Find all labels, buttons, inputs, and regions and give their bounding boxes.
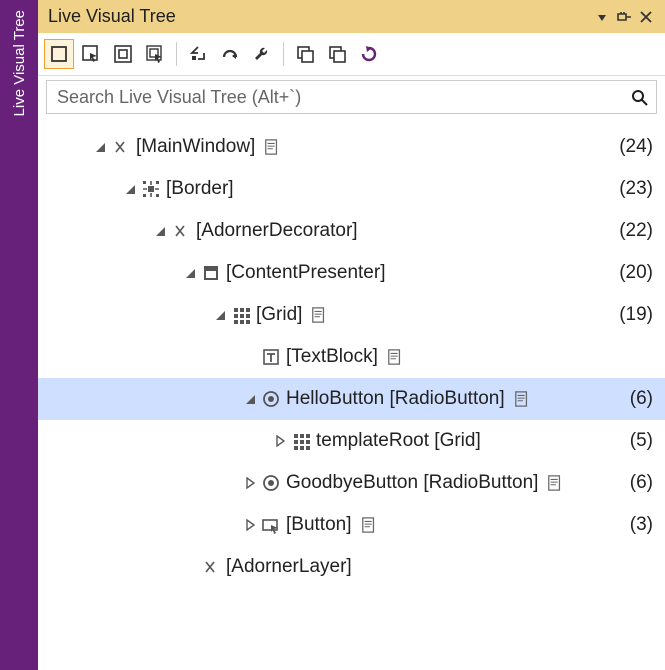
toolbar-show-in-app[interactable] xyxy=(44,39,74,69)
toolbar-collapse[interactable] xyxy=(183,39,213,69)
toolbar-undo[interactable] xyxy=(215,39,245,69)
tree-node-label: [Grid] xyxy=(256,304,302,326)
view-source-icon[interactable] xyxy=(261,139,283,155)
tree: [MainWindow] (24) [Border] (23) [AdornerDeco… xyxy=(38,122,665,670)
view-source-icon[interactable] xyxy=(511,391,533,407)
content-icon xyxy=(200,264,222,282)
descendant-count: (5) xyxy=(630,430,653,452)
chevron-expanded-icon[interactable] xyxy=(182,268,198,279)
descendant-count: (3) xyxy=(630,514,653,536)
tree-node-label: [MainWindow] xyxy=(136,136,255,158)
window-position-icon[interactable] xyxy=(591,6,613,28)
toolbar-track-focus[interactable] xyxy=(140,39,170,69)
view-source-icon[interactable] xyxy=(384,349,406,365)
toolbar-layout-adorners[interactable] xyxy=(108,39,138,69)
search-icon[interactable] xyxy=(628,89,650,106)
descendant-count: (24) xyxy=(619,136,653,158)
close-icon[interactable] xyxy=(635,6,657,28)
side-tab-live-visual-tree[interactable]: Live Visual Tree xyxy=(0,0,38,670)
tree-node-label: [TextBlock] xyxy=(286,346,378,368)
tree-node-label: [AdornerLayer] xyxy=(226,556,352,578)
view-source-icon[interactable] xyxy=(308,307,330,323)
titlebar: Live Visual Tree xyxy=(38,0,665,33)
side-tab-label: Live Visual Tree xyxy=(11,10,28,116)
tree-node-label: [ContentPresenter] xyxy=(226,262,385,284)
tree-row[interactable]: [ContentPresenter] (20) xyxy=(38,252,665,294)
tree-row[interactable]: [TextBlock] xyxy=(38,336,665,378)
tree-row[interactable]: [AdornerLayer] xyxy=(38,546,665,588)
chevron-expanded-icon[interactable] xyxy=(242,394,258,405)
button-icon xyxy=(260,516,282,534)
tree-row[interactable]: GoodbyeButton [RadioButton] (6) xyxy=(38,462,665,504)
panel-live-visual-tree: Live Visual Tree [MainWindow] (24) [Border… xyxy=(38,0,665,670)
tree-row[interactable]: [Button] (3) xyxy=(38,504,665,546)
tree-row[interactable]: [MainWindow] (24) xyxy=(38,126,665,168)
toolbar-separator xyxy=(176,42,177,66)
chevron-collapsed-icon[interactable] xyxy=(242,519,258,531)
descendant-count: (22) xyxy=(619,220,653,242)
descendant-count: (23) xyxy=(619,178,653,200)
chevron-expanded-icon[interactable] xyxy=(122,184,138,195)
tree-node-label: GoodbyeButton [RadioButton] xyxy=(286,472,538,494)
tree-row[interactable]: [Border] (23) xyxy=(38,168,665,210)
view-source-icon[interactable] xyxy=(544,475,566,491)
radio-icon xyxy=(260,474,282,492)
grid-icon xyxy=(290,432,312,450)
grid-icon xyxy=(230,306,252,324)
tree-row[interactable]: [AdornerDecorator] (22) xyxy=(38,210,665,252)
tree-node-label: HelloButton [RadioButton] xyxy=(286,388,505,410)
pin-icon[interactable] xyxy=(613,6,635,28)
toolbar-refresh[interactable] xyxy=(354,39,384,69)
angle-icon xyxy=(200,558,222,576)
toolbar xyxy=(38,33,665,76)
descendant-count: (20) xyxy=(619,262,653,284)
toolbar-wrench[interactable] xyxy=(247,39,277,69)
search-input[interactable] xyxy=(55,86,628,109)
descendant-count: (19) xyxy=(619,304,653,326)
chevron-expanded-icon[interactable] xyxy=(212,310,228,321)
text-icon xyxy=(260,348,282,366)
tree-node-label: [AdornerDecorator] xyxy=(196,220,358,242)
tree-row[interactable]: templateRoot [Grid] (5) xyxy=(38,420,665,462)
toolbar-cascade-a[interactable] xyxy=(290,39,320,69)
radio-icon xyxy=(260,390,282,408)
search-bar xyxy=(46,80,657,114)
angle-icon xyxy=(170,222,192,240)
toolbar-enable-selection[interactable] xyxy=(76,39,106,69)
descendant-count: (6) xyxy=(630,472,653,494)
angle-icon xyxy=(110,138,132,156)
chevron-collapsed-icon[interactable] xyxy=(272,435,288,447)
chevron-collapsed-icon[interactable] xyxy=(242,477,258,489)
tree-node-label: templateRoot [Grid] xyxy=(316,430,481,452)
tree-row[interactable]: [Grid] (19) xyxy=(38,294,665,336)
descendant-count: (6) xyxy=(630,388,653,410)
chevron-expanded-icon[interactable] xyxy=(92,142,108,153)
tree-node-label: [Button] xyxy=(286,514,352,536)
tree-node-label: [Border] xyxy=(166,178,234,200)
toolbar-cascade-b[interactable] xyxy=(322,39,352,69)
tree-row[interactable]: HelloButton [RadioButton] (6) xyxy=(38,378,665,420)
panel-title: Live Visual Tree xyxy=(48,6,591,27)
chevron-expanded-icon[interactable] xyxy=(152,226,168,237)
border-icon xyxy=(140,180,162,198)
view-source-icon[interactable] xyxy=(358,517,380,533)
toolbar-separator xyxy=(283,42,284,66)
